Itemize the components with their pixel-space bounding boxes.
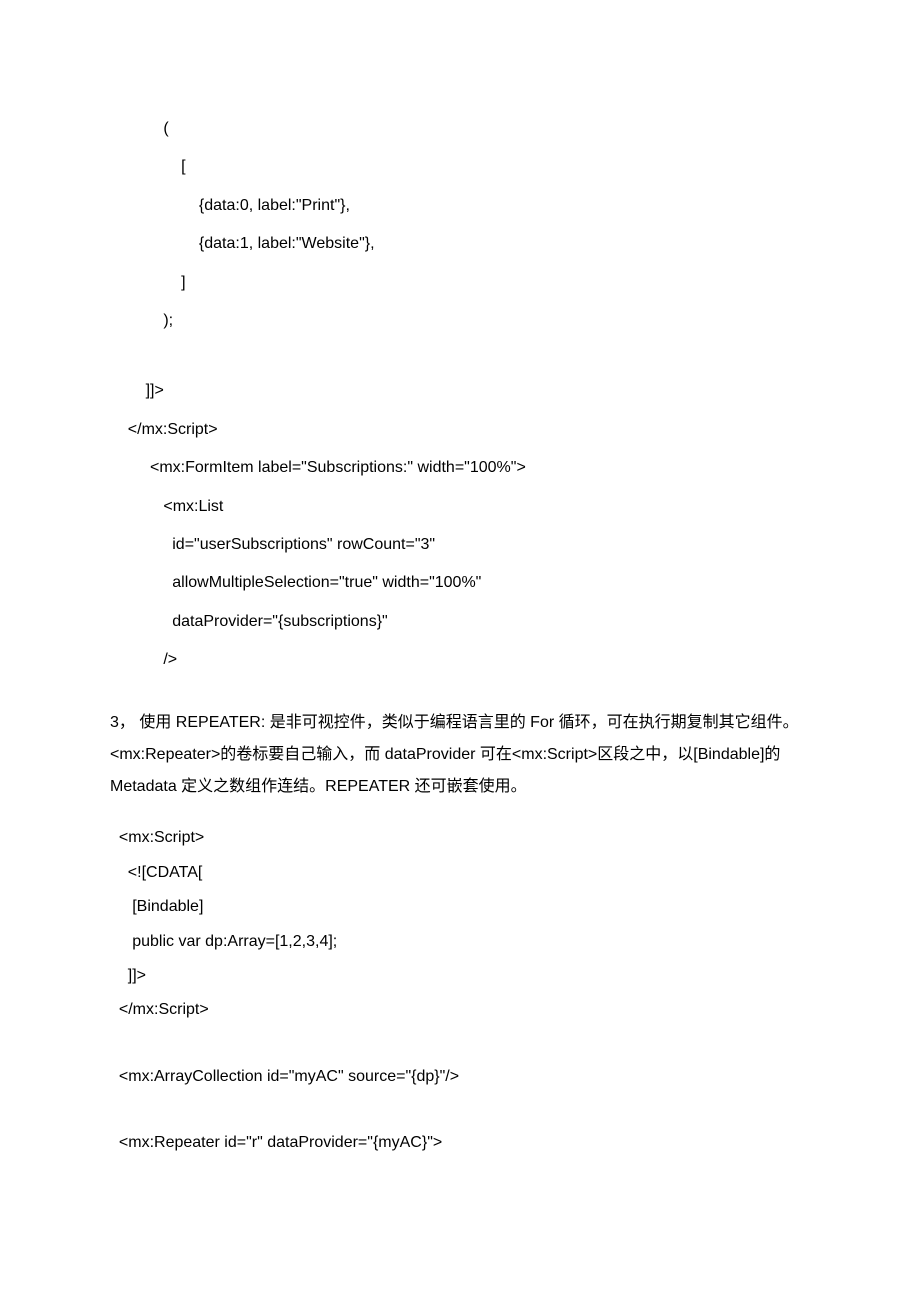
code-line: <![CDATA[ <box>110 856 810 890</box>
blank-line <box>110 1094 810 1126</box>
code-line: <mx:Repeater id="r" dataProvider="{myAC}… <box>110 1126 810 1160</box>
code-line: {data:1, label:"Website"}, <box>110 225 810 263</box>
blank-line <box>110 1028 810 1060</box>
paragraph-repeater-description: 3， 使用 REPEATER: 是非可视控件，类似于编程语言里的 For 循环，… <box>110 707 810 803</box>
code-line: </mx:Script> <box>110 993 810 1027</box>
code-line: [Bindable] <box>110 890 810 924</box>
code-line: ] <box>110 264 810 302</box>
code-line: {data:0, label:"Print"}, <box>110 187 810 225</box>
code-line: /> <box>110 641 810 679</box>
code-line: <mx:List <box>110 488 810 526</box>
code-line: ); <box>110 302 810 340</box>
code-line: [ <box>110 148 810 186</box>
blank-line <box>110 340 810 372</box>
code-line: id="userSubscriptions" rowCount="3" <box>110 526 810 564</box>
code-block-2: <mx:Script> <![CDATA[ [Bindable] public … <box>110 821 810 1160</box>
code-line: allowMultipleSelection="true" width="100… <box>110 564 810 602</box>
code-block-1: ( [ {data:0, label:"Print"}, {data:1, la… <box>110 110 810 679</box>
code-line: public var dp:Array=[1,2,3,4]; <box>110 925 810 959</box>
code-line: <mx:Script> <box>110 821 810 855</box>
code-line: <mx:FormItem label="Subscriptions:" widt… <box>110 449 810 487</box>
code-line: ( <box>110 110 810 148</box>
code-line: <mx:ArrayCollection id="myAC" source="{d… <box>110 1060 810 1094</box>
document-page: ( [ {data:0, label:"Print"}, {data:1, la… <box>0 0 920 1271</box>
code-line: ]]> <box>110 959 810 993</box>
code-line: dataProvider="{subscriptions}" <box>110 603 810 641</box>
code-line: ]]> <box>110 372 810 410</box>
code-line: </mx:Script> <box>110 411 810 449</box>
